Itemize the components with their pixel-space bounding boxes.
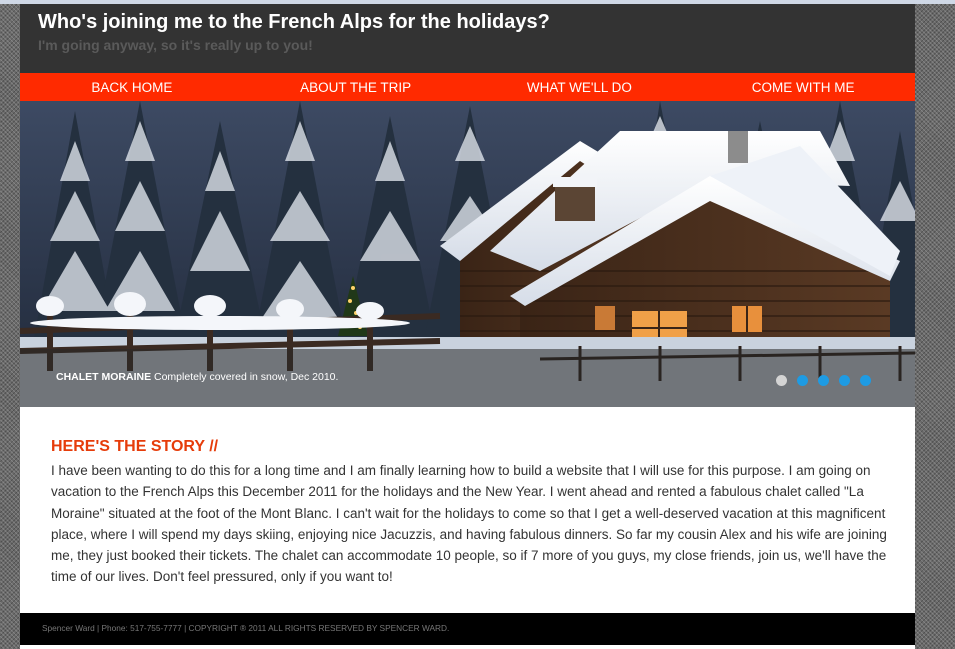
main-nav: BACK HOME ABOUT THE TRIP WHAT WE'LL DO C… [20, 73, 915, 101]
slider-dot-2[interactable] [797, 375, 808, 386]
slider-dot-1[interactable] [776, 375, 787, 386]
bottom-strip [20, 645, 915, 649]
nav-item-what-well-do[interactable]: WHAT WE'LL DO [468, 73, 692, 101]
page-container: Who's joining me to the French Alps for … [20, 4, 915, 649]
footer-text: Spencer Ward | Phone: 517-755-7777 | COP… [42, 623, 450, 633]
nav-item-about-the-trip[interactable]: ABOUT THE TRIP [244, 73, 468, 101]
slider-pagination [776, 375, 871, 386]
hero-slider: CHALET MORAINE Completely covered in sno… [20, 101, 915, 407]
slider-dot-5[interactable] [860, 375, 871, 386]
slide-caption-title: CHALET MORAINE [56, 371, 152, 383]
story-section: HERE'S THE STORY // I have been wanting … [20, 407, 915, 613]
story-text: I have been wanting to do this for a lon… [51, 463, 887, 585]
nav-item-back-home[interactable]: BACK HOME [20, 73, 244, 101]
slider-dot-4[interactable] [839, 375, 850, 386]
site-header: Who's joining me to the French Alps for … [20, 4, 915, 73]
site-subtitle: I'm going anyway, so it's really up to y… [38, 37, 313, 53]
slider-dot-3[interactable] [818, 375, 829, 386]
story-heading: HERE'S THE STORY // [51, 438, 219, 455]
nav-item-come-with-me[interactable]: COME WITH ME [691, 73, 915, 101]
slide-caption-text: Completely covered in snow, Dec 2010. [151, 371, 339, 383]
site-title: Who's joining me to the French Alps for … [38, 11, 550, 33]
slide-caption: CHALET MORAINE Completely covered in sno… [56, 371, 338, 383]
site-footer: Spencer Ward | Phone: 517-755-7777 | COP… [20, 613, 915, 645]
